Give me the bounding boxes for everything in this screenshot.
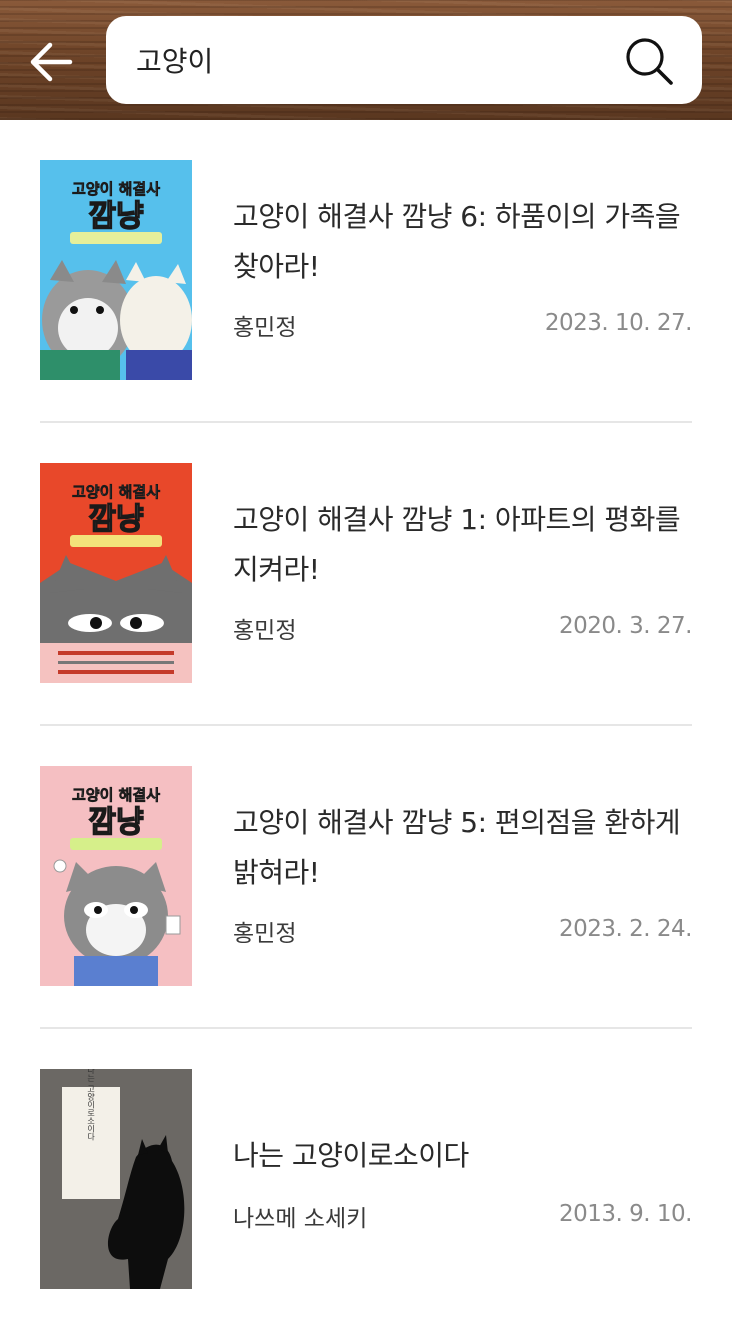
- cover-character-name: 깜냥: [88, 199, 144, 234]
- arrow-left-icon: [30, 42, 73, 82]
- book-date: 2013. 9. 10.: [559, 1201, 693, 1227]
- search-button[interactable]: [624, 36, 676, 88]
- back-button[interactable]: [24, 34, 80, 90]
- cover-character-name: 깜냥: [88, 805, 144, 840]
- search-icon: [626, 38, 673, 85]
- cover-series-title: 고양이 해결사: [72, 180, 160, 198]
- book-list-item[interactable]: 나는 고양이로소이다 나는 고양이로소이다 나쓰메 소세키 2013. 9. 1…: [40, 1029, 693, 1330]
- book-title: 고양이 해결사 깜냥 5: 편의점을 환하게 밝혀라!: [233, 806, 681, 889]
- book-author: 홍민정: [233, 921, 297, 947]
- book-title: 고양이 해결사 깜냥 6: 하품이의 가족을 찾아라!: [233, 200, 681, 283]
- book-author: 나쓰메 소세키: [233, 1206, 368, 1232]
- book-cover-image: 고양이 해결사 깜냥: [40, 463, 192, 683]
- book-cover-image: 고양이 해결사 깜냥: [40, 160, 192, 380]
- cover-series-title: 고양이 해결사: [72, 483, 160, 501]
- book-title: 고양이 해결사 깜냥 1: 아파트의 평화를 지켜라!: [233, 503, 681, 586]
- cover-series-title: 고양이 해결사: [72, 786, 160, 804]
- book-list-item[interactable]: 고양이 해결사 깜냥 고양이 해결사 깜냥 6: 하품이의 가족을 찾아라! 홍…: [40, 120, 693, 423]
- search-input[interactable]: [136, 38, 606, 82]
- book-author: 홍민정: [233, 618, 297, 644]
- cover-character-name: 깜냥: [88, 502, 144, 537]
- book-list-item[interactable]: 고양이 해결사 깜냥 고양이 해결사 깜냥 1: 아파트의 평화를 지켜라! 홍…: [40, 423, 693, 726]
- book-title: 나는 고양이로소이다: [233, 1139, 469, 1172]
- book-date: 2020. 3. 27.: [559, 613, 693, 639]
- book-cover-image: 나는 고양이로소이다: [40, 1069, 192, 1289]
- book-list-item[interactable]: 고양이 해결사 깜냥 고양이 해결사 깜냥 5: 편의점을 환하게 밝혀라! 홍…: [40, 726, 693, 1029]
- search-bar: [106, 16, 702, 104]
- book-date: 2023. 2. 24.: [559, 916, 693, 942]
- book-date: 2023. 10. 27.: [544, 310, 693, 336]
- book-author: 홍민정: [233, 315, 297, 341]
- cover-book-title: 나는 고양이로소이다: [86, 1069, 95, 1141]
- search-results-list: 고양이 해결사 깜냥 고양이 해결사 깜냥 6: 하품이의 가족을 찾아라! 홍…: [40, 120, 693, 1330]
- book-cover-image: 고양이 해결사 깜냥: [40, 766, 192, 986]
- app-header: [0, 0, 732, 120]
